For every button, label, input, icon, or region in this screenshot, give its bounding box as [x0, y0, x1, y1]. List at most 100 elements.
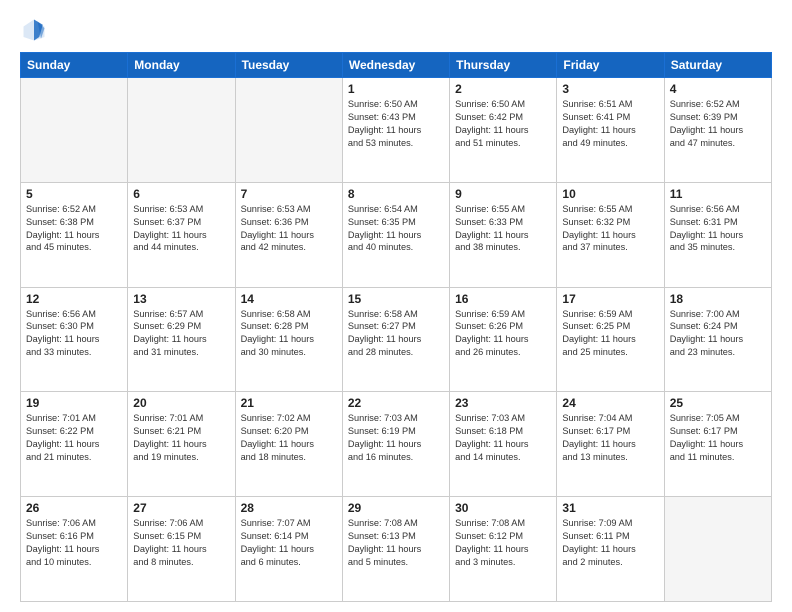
day-number: 26 [26, 501, 122, 515]
day-number: 21 [241, 396, 337, 410]
calendar-week-row: 1Sunrise: 6:50 AM Sunset: 6:43 PM Daylig… [21, 78, 772, 183]
day-info: Sunrise: 7:08 AM Sunset: 6:13 PM Dayligh… [348, 517, 444, 569]
calendar-cell: 12 Sunrise: 6:56 AM Sunset: 6:30 PM Dayli… [21, 287, 128, 392]
calendar-week-row: 19 Sunrise: 7:01 AM Sunset: 6:22 PM Dayli… [21, 392, 772, 497]
day-info: Sunrise: 6:52 AM Sunset: 6:38 PM Dayligh… [26, 203, 122, 255]
day-number: 15 [348, 292, 444, 306]
day-number: 29 [348, 501, 444, 515]
day-info: Sunrise: 7:09 AM Sunset: 6:11 PM Dayligh… [562, 517, 658, 569]
day-number: 24 [562, 396, 658, 410]
day-number: 2 [455, 82, 551, 96]
day-info: Sunrise: 6:59 AM Sunset: 6:25 PM Dayligh… [562, 308, 658, 360]
calendar-cell: 20 Sunrise: 7:01 AM Sunset: 6:21 PM Dayli… [128, 392, 235, 497]
calendar-cell: 26 Sunrise: 7:06 AM Sunset: 6:16 PM Dayli… [21, 497, 128, 602]
day-number: 8 [348, 187, 444, 201]
header [20, 16, 772, 44]
calendar-cell [21, 78, 128, 183]
calendar-cell: 27 Sunrise: 7:06 AM Sunset: 6:15 PM Dayli… [128, 497, 235, 602]
calendar-cell: 19 Sunrise: 7:01 AM Sunset: 6:22 PM Dayli… [21, 392, 128, 497]
day-info: Sunrise: 7:07 AM Sunset: 6:14 PM Dayligh… [241, 517, 337, 569]
day-number: 31 [562, 501, 658, 515]
calendar-week-row: 26 Sunrise: 7:06 AM Sunset: 6:16 PM Dayli… [21, 497, 772, 602]
day-info: Sunrise: 6:57 AM Sunset: 6:29 PM Dayligh… [133, 308, 229, 360]
calendar-cell: 17 Sunrise: 6:59 AM Sunset: 6:25 PM Dayli… [557, 287, 664, 392]
day-info: Sunrise: 7:08 AM Sunset: 6:12 PM Dayligh… [455, 517, 551, 569]
page: SundayMondayTuesdayWednesdayThursdayFrid… [0, 0, 792, 612]
day-number: 25 [670, 396, 766, 410]
calendar-cell: 28Sunrise: 7:07 AM Sunset: 6:14 PM Dayli… [235, 497, 342, 602]
day-number: 13 [133, 292, 229, 306]
day-number: 23 [455, 396, 551, 410]
day-info: Sunrise: 6:53 AM Sunset: 6:36 PM Dayligh… [241, 203, 337, 255]
calendar-cell: 16 Sunrise: 6:59 AM Sunset: 6:26 PM Dayli… [450, 287, 557, 392]
day-number: 6 [133, 187, 229, 201]
calendar-week-row: 5 Sunrise: 6:52 AM Sunset: 6:38 PM Daylig… [21, 182, 772, 287]
calendar-cell: 4Sunrise: 6:52 AM Sunset: 6:39 PM Daylig… [664, 78, 771, 183]
weekday-header: Monday [128, 53, 235, 78]
day-number: 17 [562, 292, 658, 306]
calendar-cell: 3Sunrise: 6:51 AM Sunset: 6:41 PM Daylig… [557, 78, 664, 183]
day-info: Sunrise: 7:06 AM Sunset: 6:16 PM Dayligh… [26, 517, 122, 569]
day-info: Sunrise: 7:03 AM Sunset: 6:18 PM Dayligh… [455, 412, 551, 464]
day-number: 19 [26, 396, 122, 410]
logo [20, 16, 52, 44]
day-info: Sunrise: 6:51 AM Sunset: 6:41 PM Dayligh… [562, 98, 658, 150]
calendar-cell: 8 Sunrise: 6:54 AM Sunset: 6:35 PM Daylig… [342, 182, 449, 287]
day-info: Sunrise: 7:04 AM Sunset: 6:17 PM Dayligh… [562, 412, 658, 464]
calendar-cell: 24 Sunrise: 7:04 AM Sunset: 6:17 PM Dayli… [557, 392, 664, 497]
day-number: 12 [26, 292, 122, 306]
calendar-cell [664, 497, 771, 602]
day-info: Sunrise: 6:58 AM Sunset: 6:28 PM Dayligh… [241, 308, 337, 360]
day-info: Sunrise: 7:05 AM Sunset: 6:17 PM Dayligh… [670, 412, 766, 464]
calendar-cell: 31 Sunrise: 7:09 AM Sunset: 6:11 PM Dayli… [557, 497, 664, 602]
day-number: 18 [670, 292, 766, 306]
day-info: Sunrise: 7:06 AM Sunset: 6:15 PM Dayligh… [133, 517, 229, 569]
day-info: Sunrise: 7:01 AM Sunset: 6:21 PM Dayligh… [133, 412, 229, 464]
calendar-cell: 11 Sunrise: 6:56 AM Sunset: 6:31 PM Dayli… [664, 182, 771, 287]
day-info: Sunrise: 6:58 AM Sunset: 6:27 PM Dayligh… [348, 308, 444, 360]
calendar-cell: 15 Sunrise: 6:58 AM Sunset: 6:27 PM Dayli… [342, 287, 449, 392]
calendar-cell: 30 Sunrise: 7:08 AM Sunset: 6:12 PM Dayli… [450, 497, 557, 602]
calendar-cell: 18 Sunrise: 7:00 AM Sunset: 6:24 PM Dayli… [664, 287, 771, 392]
calendar-week-row: 12 Sunrise: 6:56 AM Sunset: 6:30 PM Dayli… [21, 287, 772, 392]
day-info: Sunrise: 6:55 AM Sunset: 6:33 PM Dayligh… [455, 203, 551, 255]
day-number: 20 [133, 396, 229, 410]
day-number: 30 [455, 501, 551, 515]
day-info: Sunrise: 7:03 AM Sunset: 6:19 PM Dayligh… [348, 412, 444, 464]
day-number: 27 [133, 501, 229, 515]
calendar-cell: 13 Sunrise: 6:57 AM Sunset: 6:29 PM Dayli… [128, 287, 235, 392]
day-number: 9 [455, 187, 551, 201]
calendar-cell: 29 Sunrise: 7:08 AM Sunset: 6:13 PM Dayli… [342, 497, 449, 602]
day-info: Sunrise: 6:56 AM Sunset: 6:30 PM Dayligh… [26, 308, 122, 360]
day-info: Sunrise: 6:55 AM Sunset: 6:32 PM Dayligh… [562, 203, 658, 255]
day-number: 4 [670, 82, 766, 96]
calendar-cell: 9 Sunrise: 6:55 AM Sunset: 6:33 PM Daylig… [450, 182, 557, 287]
calendar-cell: 6Sunrise: 6:53 AM Sunset: 6:37 PM Daylig… [128, 182, 235, 287]
calendar-cell: 23 Sunrise: 7:03 AM Sunset: 6:18 PM Dayli… [450, 392, 557, 497]
day-info: Sunrise: 7:02 AM Sunset: 6:20 PM Dayligh… [241, 412, 337, 464]
day-number: 7 [241, 187, 337, 201]
weekday-header: Saturday [664, 53, 771, 78]
day-info: Sunrise: 6:56 AM Sunset: 6:31 PM Dayligh… [670, 203, 766, 255]
calendar-cell: 7 Sunrise: 6:53 AM Sunset: 6:36 PM Daylig… [235, 182, 342, 287]
weekday-header: Friday [557, 53, 664, 78]
day-number: 14 [241, 292, 337, 306]
day-number: 22 [348, 396, 444, 410]
day-info: Sunrise: 6:59 AM Sunset: 6:26 PM Dayligh… [455, 308, 551, 360]
calendar-cell [128, 78, 235, 183]
weekday-header: Thursday [450, 53, 557, 78]
calendar-table: SundayMondayTuesdayWednesdayThursdayFrid… [20, 52, 772, 602]
day-info: Sunrise: 6:50 AM Sunset: 6:43 PM Dayligh… [348, 98, 444, 150]
day-info: Sunrise: 6:54 AM Sunset: 6:35 PM Dayligh… [348, 203, 444, 255]
calendar-cell: 1Sunrise: 6:50 AM Sunset: 6:43 PM Daylig… [342, 78, 449, 183]
day-info: Sunrise: 6:50 AM Sunset: 6:42 PM Dayligh… [455, 98, 551, 150]
day-number: 16 [455, 292, 551, 306]
day-number: 5 [26, 187, 122, 201]
calendar-cell: 21 Sunrise: 7:02 AM Sunset: 6:20 PM Dayli… [235, 392, 342, 497]
day-number: 11 [670, 187, 766, 201]
day-info: Sunrise: 7:00 AM Sunset: 6:24 PM Dayligh… [670, 308, 766, 360]
weekday-header: Sunday [21, 53, 128, 78]
day-info: Sunrise: 7:01 AM Sunset: 6:22 PM Dayligh… [26, 412, 122, 464]
calendar-cell [235, 78, 342, 183]
calendar-cell: 25 Sunrise: 7:05 AM Sunset: 6:17 PM Dayli… [664, 392, 771, 497]
